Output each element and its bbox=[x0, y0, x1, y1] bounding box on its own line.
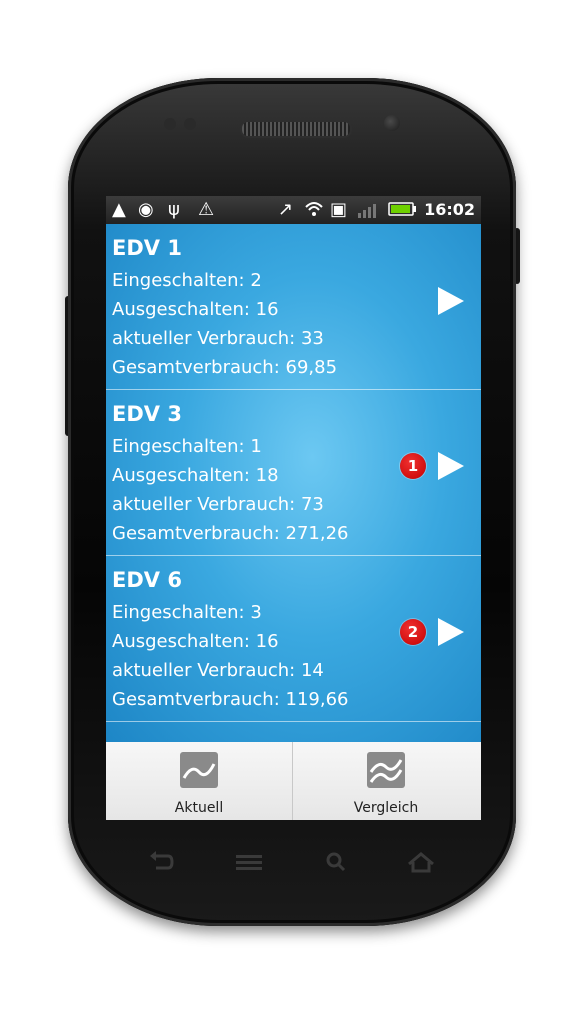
gesamtverbrauch-text: Gesamtverbrauch: 119,66 bbox=[112, 689, 349, 710]
item-title: EDV 1 bbox=[112, 236, 182, 260]
list-item[interactable]: EDV 3 Eingeschalten: 1 Ausgeschalten: 18… bbox=[106, 390, 481, 556]
double-wave-chart-icon bbox=[367, 752, 405, 788]
item-title: EDV 6 bbox=[112, 568, 182, 592]
status-bar: ▲ ◉ ψ ⚠ ↗ ▣ 16:02 bbox=[106, 196, 481, 224]
sim-icon: ▣ bbox=[330, 199, 348, 220]
front-camera-icon bbox=[384, 115, 400, 131]
notification-badge: 2 bbox=[400, 619, 426, 645]
location-icon: ◉ bbox=[138, 199, 154, 220]
back-icon[interactable] bbox=[148, 850, 176, 880]
tab-label: Vergleich bbox=[353, 800, 419, 816]
eingeschalten-text: Eingeschalten: 3 bbox=[112, 602, 262, 623]
play-arrow-icon[interactable] bbox=[438, 618, 464, 646]
sensor-icon bbox=[164, 118, 176, 130]
verbrauch-text: aktueller Verbrauch: 73 bbox=[112, 494, 324, 515]
tab-aktuell[interactable]: Aktuell bbox=[106, 742, 293, 820]
single-wave-chart-icon bbox=[180, 752, 218, 788]
play-arrow-icon[interactable] bbox=[438, 287, 464, 315]
bottom-tab-bar: Aktuell Vergleich bbox=[106, 742, 481, 820]
ausgeschalten-text: Ausgeschalten: 16 bbox=[112, 299, 279, 320]
earpiece-speaker bbox=[240, 120, 352, 138]
ausgeschalten-text: Ausgeschalten: 18 bbox=[112, 465, 279, 486]
hardware-nav-bar bbox=[106, 836, 481, 892]
battery-icon bbox=[388, 199, 418, 225]
list-item[interactable]: EDV 1 Eingeschalten: 2 Ausgeschalten: 16… bbox=[106, 224, 481, 390]
warning-icon: ▲ bbox=[112, 199, 126, 220]
phone-screen: ▲ ◉ ψ ⚠ ↗ ▣ 16:02 EDV 1 Eingeschalten: 2… bbox=[106, 196, 481, 820]
tab-label: Aktuell bbox=[174, 800, 224, 816]
verbrauch-text: aktueller Verbrauch: 14 bbox=[112, 660, 324, 681]
search-icon[interactable] bbox=[324, 850, 348, 880]
device-list[interactable]: EDV 1 Eingeschalten: 2 Ausgeschalten: 16… bbox=[106, 224, 481, 742]
menu-icon[interactable] bbox=[234, 850, 264, 880]
verbrauch-text: aktueller Verbrauch: 33 bbox=[112, 328, 324, 349]
list-item[interactable]: EDV 6 Eingeschalten: 3 Ausgeschalten: 16… bbox=[106, 556, 481, 722]
missed-call-icon: ↗ bbox=[278, 199, 294, 220]
play-arrow-icon[interactable] bbox=[438, 452, 464, 480]
ausgeschalten-text: Ausgeschalten: 16 bbox=[112, 631, 279, 652]
wifi-icon bbox=[304, 199, 324, 225]
notification-badge: 1 bbox=[400, 453, 426, 479]
tab-vergleich[interactable]: Vergleich bbox=[293, 742, 479, 820]
alert-icon: ⚠ bbox=[198, 199, 215, 220]
clock: 16:02 bbox=[424, 200, 475, 219]
home-icon[interactable] bbox=[406, 850, 436, 880]
sensor-icon bbox=[184, 118, 196, 130]
eingeschalten-text: Eingeschalten: 2 bbox=[112, 270, 262, 291]
gesamtverbrauch-text: Gesamtverbrauch: 69,85 bbox=[112, 357, 338, 378]
eingeschalten-text: Eingeschalten: 1 bbox=[112, 436, 262, 457]
item-title: EDV 3 bbox=[112, 402, 182, 426]
gesamtverbrauch-text: Gesamtverbrauch: 271,26 bbox=[112, 523, 349, 544]
signal-icon bbox=[356, 199, 380, 227]
usb-icon: ψ bbox=[168, 199, 180, 220]
